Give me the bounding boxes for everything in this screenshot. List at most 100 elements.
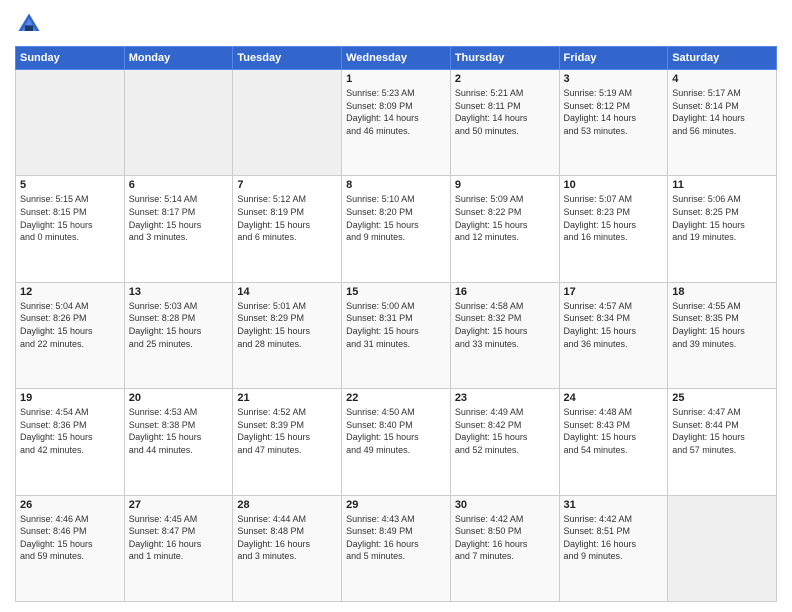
calendar-cell: 28Sunrise: 4:44 AM Sunset: 8:48 PM Dayli… [233, 495, 342, 601]
weekday-header-row: SundayMondayTuesdayWednesdayThursdayFrid… [16, 47, 777, 70]
day-info: Sunrise: 4:53 AM Sunset: 8:38 PM Dayligh… [129, 406, 229, 456]
calendar-cell: 1 Sunrise: 5:23 AM Sunset: 8:09 PM Daylig… [342, 70, 451, 176]
weekday-header-friday: Friday [559, 47, 668, 70]
weekday-header-tuesday: Tuesday [233, 47, 342, 70]
week-row-1: 1 Sunrise: 5:23 AM Sunset: 8:09 PM Daylig… [16, 70, 777, 176]
day-info: Sunrise: 4:54 AM Sunset: 8:36 PM Dayligh… [20, 406, 120, 456]
calendar-cell: 17 Sunrise: 4:57 AM Sunset: 8:34 PM Dayli… [559, 282, 668, 388]
calendar-cell: 8Sunrise: 5:10 AM Sunset: 8:20 PM Daylig… [342, 176, 451, 282]
day-info: Sunrise: 4:42 AM Sunset: 8:50 PM Dayligh… [455, 513, 555, 563]
day-number: 3 [564, 73, 664, 85]
weekday-header-saturday: Saturday [668, 47, 777, 70]
day-number: 31 [564, 499, 664, 511]
day-number: 13 [129, 286, 229, 298]
day-info: Sunrise: 5:15 AM Sunset: 8:15 PM Dayligh… [20, 193, 120, 243]
day-number: 16 [455, 286, 555, 298]
day-number: 17 [564, 286, 664, 298]
calendar-table: SundayMondayTuesdayWednesdayThursdayFrid… [15, 46, 777, 602]
weekday-header-monday: Monday [124, 47, 233, 70]
calendar-cell: 7Sunrise: 5:12 AM Sunset: 8:19 PM Daylig… [233, 176, 342, 282]
calendar-cell: 24 Sunrise: 4:48 AM Sunset: 8:43 PM Dayli… [559, 389, 668, 495]
calendar-cell: 11Sunrise: 5:06 AM Sunset: 8:25 PM Dayli… [668, 176, 777, 282]
day-info: Sunrise: 4:52 AM Sunset: 8:39 PM Dayligh… [237, 406, 337, 456]
day-info: Sunrise: 5:06 AM Sunset: 8:25 PM Dayligh… [672, 193, 772, 243]
week-row-3: 12 Sunrise: 5:04 AM Sunset: 8:26 PM Dayli… [16, 282, 777, 388]
calendar-cell: 10 Sunrise: 5:07 AM Sunset: 8:23 PM Dayli… [559, 176, 668, 282]
day-number: 6 [129, 179, 229, 191]
calendar-cell [668, 495, 777, 601]
day-info: Sunrise: 5:14 AM Sunset: 8:17 PM Dayligh… [129, 193, 229, 243]
calendar-cell: 23 Sunrise: 4:49 AM Sunset: 8:42 PM Dayli… [450, 389, 559, 495]
calendar-cell [233, 70, 342, 176]
calendar-cell: 20Sunrise: 4:53 AM Sunset: 8:38 PM Dayli… [124, 389, 233, 495]
header [15, 10, 777, 38]
day-info: Sunrise: 5:04 AM Sunset: 8:26 PM Dayligh… [20, 300, 120, 350]
day-info: Sunrise: 4:42 AM Sunset: 8:51 PM Dayligh… [564, 513, 664, 563]
week-row-5: 26Sunrise: 4:46 AM Sunset: 8:46 PM Dayli… [16, 495, 777, 601]
calendar-cell: 9 Sunrise: 5:09 AM Sunset: 8:22 PM Daylig… [450, 176, 559, 282]
calendar-cell: 5 Sunrise: 5:15 AM Sunset: 8:15 PM Daylig… [16, 176, 125, 282]
calendar-cell: 15 Sunrise: 5:00 AM Sunset: 8:31 PM Dayli… [342, 282, 451, 388]
calendar-cell: 3 Sunrise: 5:19 AM Sunset: 8:12 PM Daylig… [559, 70, 668, 176]
weekday-header-thursday: Thursday [450, 47, 559, 70]
calendar-cell: 31 Sunrise: 4:42 AM Sunset: 8:51 PM Dayli… [559, 495, 668, 601]
day-info: Sunrise: 4:55 AM Sunset: 8:35 PM Dayligh… [672, 300, 772, 350]
day-number: 29 [346, 499, 446, 511]
week-row-4: 19 Sunrise: 4:54 AM Sunset: 8:36 PM Dayli… [16, 389, 777, 495]
day-number: 24 [564, 392, 664, 404]
calendar-cell: 22 Sunrise: 4:50 AM Sunset: 8:40 PM Dayli… [342, 389, 451, 495]
calendar-cell: 6 Sunrise: 5:14 AM Sunset: 8:17 PM Daylig… [124, 176, 233, 282]
day-info: Sunrise: 5:23 AM Sunset: 8:09 PM Dayligh… [346, 87, 446, 137]
calendar-cell: 21Sunrise: 4:52 AM Sunset: 8:39 PM Dayli… [233, 389, 342, 495]
day-info: Sunrise: 4:49 AM Sunset: 8:42 PM Dayligh… [455, 406, 555, 456]
day-info: Sunrise: 5:07 AM Sunset: 8:23 PM Dayligh… [564, 193, 664, 243]
day-number: 10 [564, 179, 664, 191]
weekday-header-wednesday: Wednesday [342, 47, 451, 70]
calendar-cell: 29 Sunrise: 4:43 AM Sunset: 8:49 PM Dayli… [342, 495, 451, 601]
day-info: Sunrise: 5:01 AM Sunset: 8:29 PM Dayligh… [237, 300, 337, 350]
day-info: Sunrise: 4:48 AM Sunset: 8:43 PM Dayligh… [564, 406, 664, 456]
day-number: 5 [20, 179, 120, 191]
day-info: Sunrise: 4:50 AM Sunset: 8:40 PM Dayligh… [346, 406, 446, 456]
calendar-cell: 19 Sunrise: 4:54 AM Sunset: 8:36 PM Dayli… [16, 389, 125, 495]
calendar-cell: 16 Sunrise: 4:58 AM Sunset: 8:32 PM Dayli… [450, 282, 559, 388]
day-number: 26 [20, 499, 120, 511]
day-info: Sunrise: 4:43 AM Sunset: 8:49 PM Dayligh… [346, 513, 446, 563]
day-number: 30 [455, 499, 555, 511]
day-number: 23 [455, 392, 555, 404]
week-row-2: 5 Sunrise: 5:15 AM Sunset: 8:15 PM Daylig… [16, 176, 777, 282]
page: SundayMondayTuesdayWednesdayThursdayFrid… [0, 0, 792, 612]
weekday-header-sunday: Sunday [16, 47, 125, 70]
day-number: 15 [346, 286, 446, 298]
day-info: Sunrise: 5:03 AM Sunset: 8:28 PM Dayligh… [129, 300, 229, 350]
day-number: 22 [346, 392, 446, 404]
day-number: 19 [20, 392, 120, 404]
day-info: Sunrise: 5:00 AM Sunset: 8:31 PM Dayligh… [346, 300, 446, 350]
calendar-cell: 12 Sunrise: 5:04 AM Sunset: 8:26 PM Dayli… [16, 282, 125, 388]
day-number: 8 [346, 179, 446, 191]
day-number: 2 [455, 73, 555, 85]
calendar-cell [16, 70, 125, 176]
day-info: Sunrise: 4:58 AM Sunset: 8:32 PM Dayligh… [455, 300, 555, 350]
calendar-cell: 30 Sunrise: 4:42 AM Sunset: 8:50 PM Dayli… [450, 495, 559, 601]
day-number: 9 [455, 179, 555, 191]
calendar-cell: 27Sunrise: 4:45 AM Sunset: 8:47 PM Dayli… [124, 495, 233, 601]
calendar-cell: 14 Sunrise: 5:01 AM Sunset: 8:29 PM Dayli… [233, 282, 342, 388]
calendar-cell: 2 Sunrise: 5:21 AM Sunset: 8:11 PM Daylig… [450, 70, 559, 176]
calendar-cell: 18 Sunrise: 4:55 AM Sunset: 8:35 PM Dayli… [668, 282, 777, 388]
logo [15, 10, 47, 38]
day-info: Sunrise: 5:17 AM Sunset: 8:14 PM Dayligh… [672, 87, 772, 137]
day-number: 7 [237, 179, 337, 191]
day-info: Sunrise: 4:57 AM Sunset: 8:34 PM Dayligh… [564, 300, 664, 350]
day-info: Sunrise: 5:19 AM Sunset: 8:12 PM Dayligh… [564, 87, 664, 137]
calendar-cell: 4 Sunrise: 5:17 AM Sunset: 8:14 PM Daylig… [668, 70, 777, 176]
day-number: 18 [672, 286, 772, 298]
day-info: Sunrise: 4:45 AM Sunset: 8:47 PM Dayligh… [129, 513, 229, 563]
day-info: Sunrise: 5:21 AM Sunset: 8:11 PM Dayligh… [455, 87, 555, 137]
day-number: 4 [672, 73, 772, 85]
day-number: 1 [346, 73, 446, 85]
day-number: 14 [237, 286, 337, 298]
calendar-cell [124, 70, 233, 176]
day-number: 12 [20, 286, 120, 298]
day-info: Sunrise: 5:09 AM Sunset: 8:22 PM Dayligh… [455, 193, 555, 243]
